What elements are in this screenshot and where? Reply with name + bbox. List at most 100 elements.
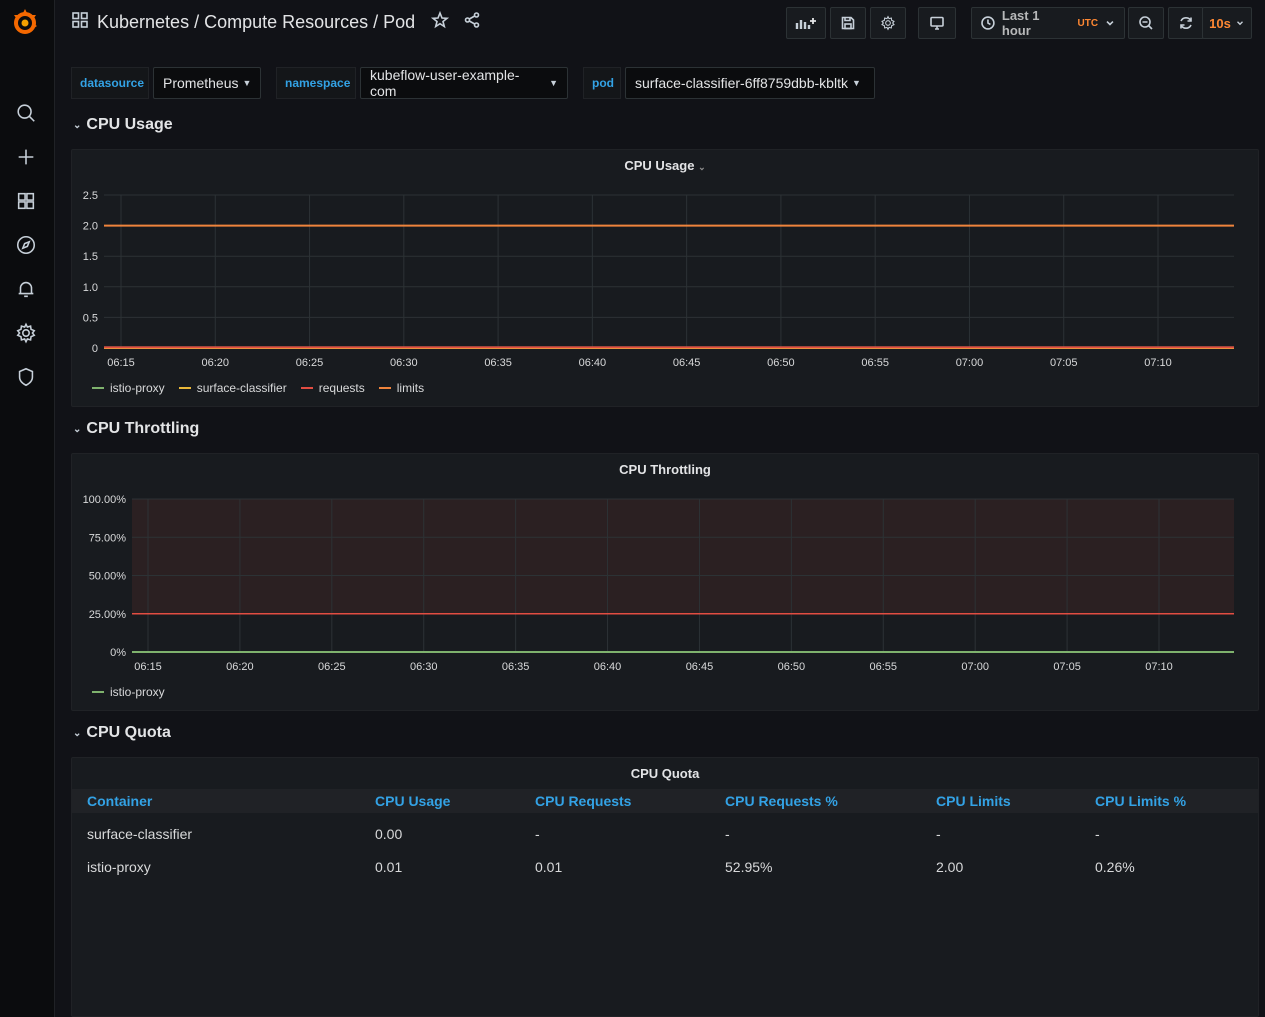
legend-swatch: [92, 691, 104, 693]
panel-menu-chevron-icon[interactable]: ⌄: [698, 162, 706, 172]
alerting-bell-icon[interactable]: [14, 277, 38, 301]
x-tick-label: 06:25: [318, 661, 346, 673]
star-icon[interactable]: [431, 10, 450, 34]
row-title: CPU Throttling: [86, 420, 200, 437]
x-tick-label: 06:15: [134, 661, 162, 673]
x-tick-label: 06:40: [594, 661, 622, 673]
variable-label-namespace: namespace: [276, 67, 356, 99]
y-tick-label: 1.5: [83, 251, 98, 263]
caret-down-icon: ▼: [851, 78, 861, 88]
chevron-down-icon: [1106, 20, 1114, 26]
column-header[interactable]: CPU Limits %: [1080, 789, 1258, 813]
legend-item[interactable]: surface-classifier: [178, 381, 287, 395]
row-header-cpu-throttling[interactable]: ⌄ CPU Throttling: [73, 420, 199, 438]
sidebar: [0, 0, 55, 1017]
x-tick-label: 06:35: [502, 661, 530, 673]
tv-mode-button[interactable]: [918, 7, 956, 39]
table-header-row: Container CPU Usage CPU Requests CPU Req…: [72, 789, 1258, 813]
x-tick-label: 06:40: [579, 357, 607, 369]
table-cell: 52.95%: [725, 859, 773, 875]
table-cell: 0.01: [375, 859, 403, 875]
table-row: surface-classifier 0.00 - - - -: [72, 813, 1258, 849]
settings-gear-icon[interactable]: [14, 321, 38, 345]
add-panel-button[interactable]: [786, 7, 826, 39]
legend-label: istio-proxy: [110, 381, 165, 395]
cpu-quota-table: Container CPU Usage CPU Requests CPU Req…: [72, 789, 1258, 885]
table-row: istio-proxy 0.01 0.01 52.95% 2.00 0.26%: [72, 849, 1258, 885]
x-tick-label: 06:25: [296, 357, 324, 369]
table-cell: surface-classifier: [87, 826, 193, 842]
variable-select-pod[interactable]: surface-classifier-6ff8759dbb-kbltk ▼: [625, 67, 875, 99]
x-tick-label: 07:00: [961, 661, 989, 673]
legend-item[interactable]: limits: [378, 381, 424, 395]
dashboards-icon[interactable]: [14, 189, 38, 213]
time-range-label: Last 1 hour: [1001, 8, 1040, 38]
cpu-usage-chart: 0 0.5 1.0 1.5 2.0 2.5 06:15 06:20 06:25 06:30 06:3…: [83, 190, 1234, 369]
x-tick-label: 06:30: [410, 661, 438, 673]
table-cell: 0.26%: [1095, 859, 1135, 875]
create-plus-icon[interactable]: [14, 145, 38, 169]
refresh-interval-picker[interactable]: 10s: [1202, 7, 1252, 39]
row-title: CPU Quota: [86, 724, 171, 741]
refresh-interval-label: 10s: [1209, 15, 1231, 31]
table-cell: -: [1095, 826, 1100, 842]
table-cell: -: [936, 826, 941, 842]
column-header[interactable]: Container: [72, 789, 360, 813]
column-header[interactable]: CPU Requests: [520, 789, 710, 813]
x-tick-label: 07:10: [1144, 357, 1172, 369]
legend-swatch: [378, 387, 391, 389]
x-tick-label: 06:45: [686, 661, 714, 673]
x-tick-label: 06:50: [778, 661, 806, 673]
timezone-label: UTC: [1077, 17, 1099, 29]
x-tick-label: 06:20: [202, 357, 230, 369]
y-tick-label: 0%: [110, 647, 126, 659]
x-tick-label: 06:55: [870, 661, 898, 673]
column-header[interactable]: CPU Limits: [921, 789, 1080, 813]
panel-title-text: CPU Quota: [630, 766, 700, 781]
zoom-out-button[interactable]: [1128, 7, 1164, 39]
legend-label: surface-classifier: [196, 381, 287, 395]
row-header-cpu-quota[interactable]: ⌄ CPU Quota: [73, 724, 171, 742]
share-icon[interactable]: [463, 11, 481, 34]
chevron-down-icon: [1236, 21, 1243, 26]
shield-icon[interactable]: [14, 365, 38, 389]
panel-title[interactable]: CPU Quota: [72, 766, 1258, 781]
variable-select-datasource[interactable]: Prometheus ▼: [153, 67, 261, 99]
panel-title[interactable]: CPU Usage ⌄: [72, 158, 1258, 173]
panel-cpu-quota: CPU Quota Container CPU Usage CPU Reques…: [71, 757, 1259, 1017]
save-dashboard-button[interactable]: [830, 7, 866, 39]
panel-title[interactable]: CPU Throttling: [72, 462, 1258, 477]
grafana-logo-icon[interactable]: [9, 6, 41, 38]
x-tick-label: 06:35: [484, 357, 512, 369]
chevron-down-icon: ⌄: [73, 423, 82, 435]
caret-down-icon: ▼: [549, 78, 558, 88]
legend-swatch: [300, 387, 313, 389]
dashboard-settings-button[interactable]: [870, 7, 906, 39]
legend-item[interactable]: requests: [300, 381, 365, 395]
refresh-button[interactable]: [1168, 7, 1204, 39]
column-header[interactable]: CPU Requests %: [710, 789, 921, 813]
y-tick-label: 2.5: [83, 190, 98, 202]
row-header-cpu-usage[interactable]: ⌄ CPU Usage: [73, 116, 173, 134]
legend-item[interactable]: istio-proxy: [92, 381, 165, 395]
dashboard-breadcrumb[interactable]: Kubernetes / Compute Resources / Pod: [97, 12, 415, 33]
panel-title-text: CPU Throttling: [619, 462, 711, 477]
column-header[interactable]: CPU Usage: [360, 789, 520, 813]
variable-select-namespace[interactable]: kubeflow-user-example-com ▼: [360, 67, 568, 99]
explore-compass-icon[interactable]: [14, 233, 38, 257]
x-tick-label: 06:45: [673, 357, 701, 369]
time-range-picker[interactable]: Last 1 hour UTC: [971, 7, 1125, 39]
variable-value-datasource: Prometheus: [163, 75, 239, 91]
variable-value-namespace: kubeflow-user-example-com: [370, 67, 520, 99]
search-icon[interactable]: [14, 101, 38, 125]
dashboards-grid-icon: [71, 11, 89, 34]
legend-item[interactable]: istio-proxy: [92, 685, 165, 699]
x-tick-label: 06:20: [226, 661, 254, 673]
variable-label-datasource: datasource: [71, 67, 149, 99]
y-tick-label: 25.00%: [89, 609, 127, 621]
x-tick-label: 06:50: [767, 357, 795, 369]
y-tick-label: 50.00%: [89, 571, 127, 583]
y-tick-label: 75.00%: [89, 532, 127, 544]
table-cell: 0.01: [535, 859, 563, 875]
x-tick-label: 07:05: [1050, 357, 1078, 369]
